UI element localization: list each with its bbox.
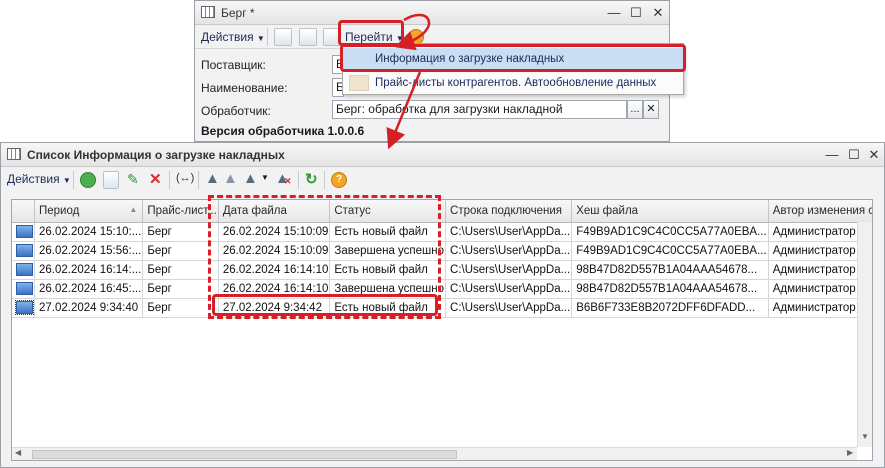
arrow-to-list (386, 71, 422, 150)
annotation-arrows (386, 13, 431, 150)
arrow-to-menu (394, 13, 431, 51)
